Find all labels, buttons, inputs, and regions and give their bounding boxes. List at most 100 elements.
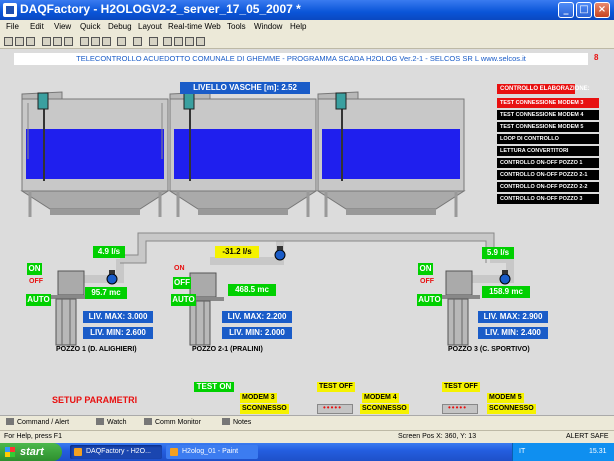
refresh-icon[interactable] [102, 37, 111, 46]
tab-notes[interactable]: Notes [222, 418, 251, 426]
ctrl-onoff-pozzo-1[interactable]: CONTROLLO ON-OFF POZZO 1 [497, 158, 599, 168]
ctrl-test-modem-5[interactable]: TEST CONNESSIONE MODEM 5 [497, 122, 599, 132]
well-3-flow: 5.9 l/s [482, 247, 514, 259]
dropdown-arrow-icon[interactable] [196, 37, 205, 46]
modem-4-test-status[interactable]: TEST OFF [317, 382, 355, 392]
well-2-liv-max: LIV. MAX: 2.200 [222, 311, 292, 323]
tab-comm-monitor[interactable]: Comm Monitor [144, 418, 201, 426]
tank-2-water [174, 129, 312, 179]
watch-icon [96, 418, 104, 425]
well-3-name: POZZO 3 (C. SPORTIVO) [448, 346, 530, 353]
maximize-button[interactable]: □ [576, 2, 592, 18]
new-file-icon[interactable] [4, 37, 13, 46]
menu-bar: File Edit View Quick Debug Layout Real-t… [0, 20, 614, 35]
well-1-auto-button[interactable]: AUTO [26, 294, 51, 306]
well-2-off-button[interactable]: OFF [173, 277, 191, 289]
ctrl-onoff-pozzo-2-1[interactable]: CONTROLLO ON-OFF POZZO 2-1 [497, 170, 599, 180]
ctrl-test-modem-4[interactable]: TEST CONNESSIONE MODEM 4 [497, 110, 599, 120]
close-button[interactable]: × [594, 2, 610, 18]
well-3-off-button[interactable]: OFF [420, 278, 434, 285]
status-screen-pos: Screen Pos X: 360, Y: 13 [398, 433, 477, 440]
menu-view[interactable]: View [54, 22, 71, 31]
well-1-volume: 95.7 mc [85, 287, 127, 299]
menu-tools[interactable]: Tools [227, 22, 246, 31]
minimize-button[interactable]: _ [558, 2, 574, 18]
modem-5-indicator [442, 403, 478, 414]
lock-icon[interactable] [185, 37, 194, 46]
taskbar-item-paint[interactable]: H2olog_01 - Paint [166, 445, 258, 459]
well-3-auto-button[interactable]: AUTO [417, 294, 442, 306]
menu-realtime-web[interactable]: Real-time Web [168, 22, 221, 31]
ctrl-read-converters[interactable]: LETTURA CONVERTITORI [497, 146, 599, 156]
status-bar: For Help, press F1 Screen Pos X: 360, Y:… [0, 430, 614, 443]
toolbar [0, 35, 614, 49]
modem-3-test-status[interactable]: TEST ON [194, 382, 234, 392]
well-1-flow: 4.9 l/s [93, 246, 125, 258]
valve-1 [106, 270, 118, 285]
ctrl-onoff-pozzo-3[interactable]: CONTROLLO ON-OFF POZZO 3 [497, 194, 599, 204]
grid-icon[interactable] [174, 37, 183, 46]
paste-icon[interactable] [64, 37, 73, 46]
tray-language[interactable]: IT [519, 448, 525, 455]
title-bar: DAQFactory - H2OLOGV2-2_server_17_05_200… [0, 0, 614, 20]
command-icon [6, 418, 14, 425]
menu-help[interactable]: Help [290, 22, 306, 31]
scada-page: TELECONTROLLO ACUEDOTTO COMUNALE DI GHEM… [0, 49, 614, 415]
menu-debug[interactable]: Debug [108, 22, 132, 31]
window-title: DAQFactory - H2OLOGV2-2_server_17_05_200… [20, 2, 301, 16]
open-folder-icon[interactable] [15, 37, 24, 46]
ctrl-loop[interactable]: LOOP DI CONTROLLO [497, 134, 599, 144]
status-alert: ALERT SAFE [566, 433, 609, 440]
well-2-on-button[interactable]: ON [174, 265, 185, 272]
start-button[interactable]: start [0, 443, 62, 461]
ctrl-test-modem-3[interactable]: TEST CONNESSIONE MODEM 3 [497, 98, 599, 108]
undo-icon[interactable] [80, 37, 89, 46]
menu-quick[interactable]: Quick [80, 22, 100, 31]
tab-command-alert[interactable]: Command / Alert [6, 418, 69, 426]
well-2-auto-button[interactable]: AUTO [171, 294, 196, 306]
well-1-name: POZZO 1 (D. ALIGHIERI) [56, 346, 137, 353]
copy-icon[interactable] [53, 37, 62, 46]
well-2-volume: 468.5 mc [228, 284, 276, 296]
status-help: For Help, press F1 [4, 433, 62, 440]
tank-2 [168, 91, 318, 215]
modem-5-state: SCONNESSO [487, 404, 536, 414]
save-icon[interactable] [26, 37, 35, 46]
daqfactory-app-icon [3, 3, 17, 17]
well-2-name: POZZO 2-1 (PRALINI) [192, 346, 263, 353]
well-3-on-button[interactable]: ON [418, 263, 433, 275]
modem-5-test-status[interactable]: TEST OFF [442, 382, 480, 392]
cut-icon[interactable] [42, 37, 51, 46]
system-tray: IT 15.31 [512, 443, 614, 461]
help-icon[interactable] [133, 37, 142, 46]
tank-3 [316, 91, 466, 215]
home-icon[interactable] [163, 37, 172, 46]
well-1-liv-min: LIV. MIN: 2.600 [83, 327, 153, 339]
tank-1 [20, 91, 170, 215]
well-3-liv-max: LIV. MAX: 2.900 [478, 311, 548, 323]
menu-file[interactable]: File [6, 22, 19, 31]
menu-window[interactable]: Window [254, 22, 282, 31]
modem-5-name: MODEM 5 [487, 393, 524, 403]
tools-icon[interactable] [149, 37, 158, 46]
comm-monitor-icon [144, 418, 152, 425]
taskbar-item-daqfactory[interactable]: DAQFactory - H2O... [70, 445, 162, 459]
notes-icon [222, 418, 230, 425]
setup-parametri-button[interactable]: SETUP PARAMETRI [52, 395, 137, 405]
modem-3-name: MODEM 3 [240, 393, 277, 403]
dock-tabs: Command / Alert Watch Comm Monitor Notes [0, 415, 614, 430]
redo-icon[interactable] [91, 37, 100, 46]
windows-taskbar: start DAQFactory - H2O... H2olog_01 - Pa… [0, 443, 614, 461]
menu-layout[interactable]: Layout [138, 22, 162, 31]
well-1-off-button[interactable]: OFF [29, 278, 43, 285]
tray-clock: 15.31 [589, 448, 607, 455]
daqfactory-window: DAQFactory - H2OLOGV2-2_server_17_05_200… [0, 0, 614, 461]
tank-level-label: LIVELLO VASCHE [m]: 2.52 [180, 82, 310, 94]
well-2-liv-min: LIV. MIN: 2.000 [222, 327, 292, 339]
well-2-flow: -31.2 l/s [215, 246, 259, 258]
menu-edit[interactable]: Edit [30, 22, 44, 31]
tab-watch[interactable]: Watch [96, 418, 127, 426]
well-1-on-button[interactable]: ON [27, 263, 42, 275]
ctrl-onoff-pozzo-2-2[interactable]: CONTROLLO ON-OFF POZZO 2-2 [497, 182, 599, 192]
print-icon[interactable] [117, 37, 126, 46]
